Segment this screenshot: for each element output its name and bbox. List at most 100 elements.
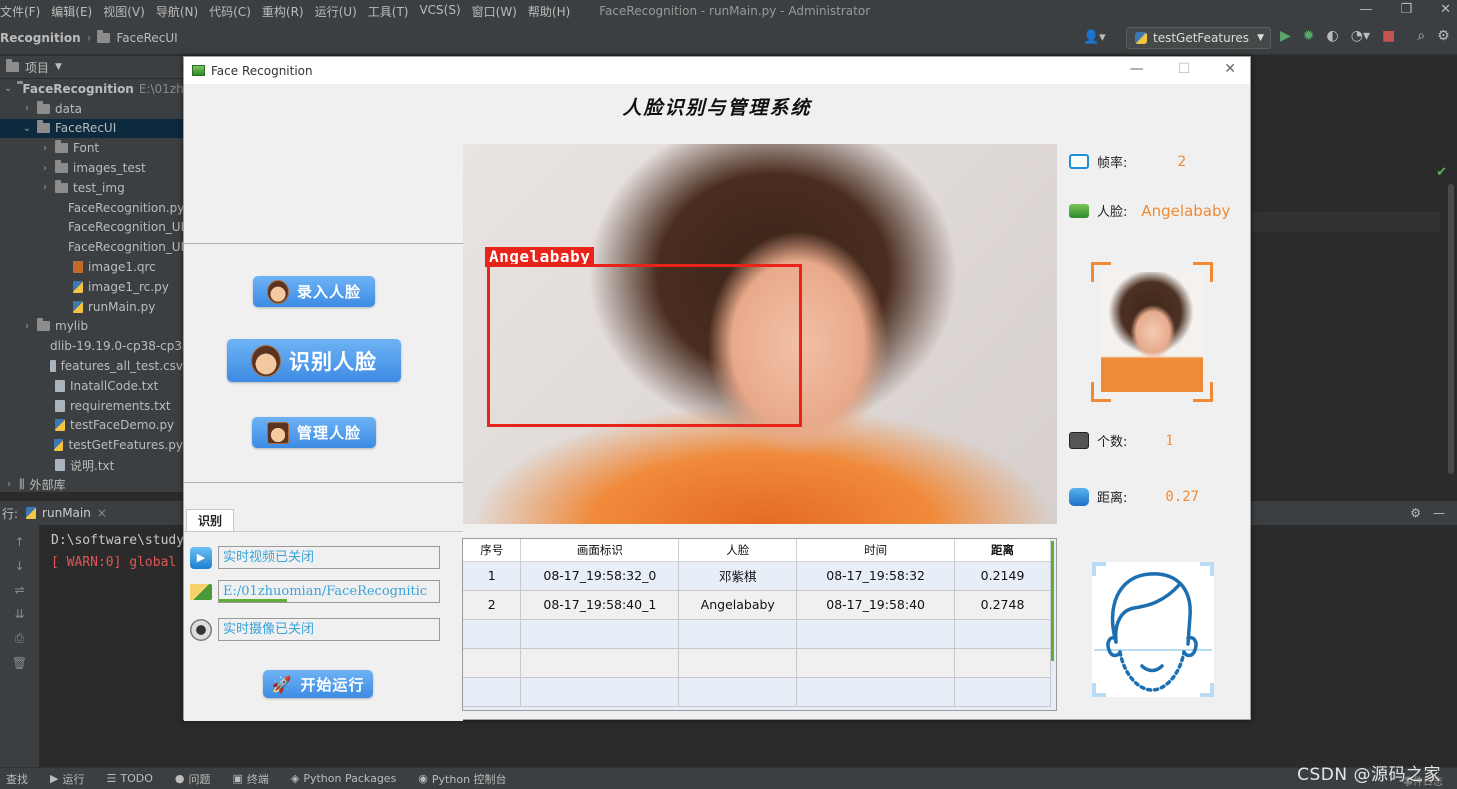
menu-item[interactable]: 视图(V) — [103, 3, 153, 20]
tree-item[interactable]: InatallCode.txt — [0, 376, 183, 396]
result-table[interactable]: 序号 画面标识 人脸 时间 距离 1 08-17_19:58:32_0 邓紫棋 08-17_1… — [462, 538, 1057, 711]
profile-icon[interactable]: ◔▾ — [1351, 28, 1370, 44]
print-icon[interactable]: ⎙ — [0, 631, 39, 646]
webcam-icon[interactable] — [190, 618, 212, 641]
trash-icon[interactable]: 🗑 — [0, 656, 39, 670]
tree-item[interactable]: ⌄ FaceRecognition E:\01zhuo — [0, 79, 183, 99]
table-scrollbar[interactable] — [1051, 541, 1054, 661]
table-row[interactable]: 2 08-17_19:58:40_1 Angelababy 08-17_19:58:4… — [463, 590, 1051, 620]
chevron-right-icon[interactable]: › — [40, 143, 50, 154]
status-tab[interactable]: ◈ Python Packages — [291, 772, 396, 785]
start-run-button[interactable]: 🚀 开始运行 — [263, 670, 373, 698]
wrap-icon[interactable]: ⇌ — [0, 583, 39, 597]
manage-face-button[interactable]: 管理人脸 — [252, 417, 376, 448]
status-tab[interactable]: ☰ TODO — [106, 772, 152, 785]
breadcrumb-project[interactable]: Recognition — [0, 31, 81, 45]
maximize-icon[interactable]: ☐ — [1178, 61, 1191, 77]
video-status-field[interactable]: 实时视频已关闭 — [218, 546, 440, 569]
tree-item[interactable]: ⌄ FaceRecUI — [0, 118, 183, 139]
menu-item[interactable]: 文件(F) — [0, 3, 48, 20]
search-icon[interactable]: ⌕ — [1417, 28, 1425, 44]
table-header-cell[interactable]: 序号 — [463, 539, 522, 562]
tree-item[interactable]: › test_img — [0, 178, 183, 198]
run-tab[interactable]: runMain × — [26, 506, 107, 520]
run-config-select[interactable]: testGetFeatures ▼ — [1126, 27, 1271, 49]
chevron-down-icon[interactable]: ⌄ — [22, 123, 32, 134]
up-icon[interactable]: ↑ — [0, 535, 39, 549]
down-icon[interactable]: ↓ — [0, 559, 39, 573]
tree-item[interactable]: FaceRecognition.py — [0, 198, 183, 218]
tree-item[interactable]: testFaceDemo.py — [0, 416, 183, 436]
status-tab[interactable]: ▣ 终端 — [232, 771, 268, 787]
menu-item[interactable]: 窗口(W) — [472, 3, 525, 20]
gear-icon[interactable]: ⚙ — [1410, 506, 1421, 520]
tree-item[interactable]: features_all_test.csv — [0, 356, 183, 376]
breadcrumb-folder[interactable]: FaceRecUI — [116, 31, 177, 45]
menu-item[interactable]: 运行(U) — [315, 3, 365, 20]
tab-recognize[interactable]: 识别 — [186, 509, 234, 531]
menu-item[interactable]: 帮助(H) — [528, 3, 578, 20]
chevron-right-icon[interactable]: › — [22, 321, 32, 332]
menu-item[interactable]: 重构(R) — [262, 3, 312, 20]
restore-icon[interactable]: ❐ — [1400, 2, 1412, 17]
minimize-icon[interactable]: — — [1359, 2, 1372, 17]
user-icon[interactable]: 👤▾ — [1083, 30, 1106, 45]
menu-item[interactable]: VCS(S) — [419, 3, 468, 20]
tree-item[interactable]: › Font — [0, 138, 183, 158]
tree-item[interactable]: image1_rc.py — [0, 277, 183, 297]
tree-item[interactable]: › data — [0, 99, 183, 119]
debug-icon[interactable]: ✹ — [1303, 28, 1315, 44]
project-panel-header[interactable]: 项目 ▼ — [0, 56, 183, 78]
stop-icon[interactable]: ■ — [1382, 28, 1395, 44]
recognize-face-button[interactable]: 识别人脸 — [227, 339, 401, 382]
chevron-down-icon[interactable]: ⌄ — [4, 83, 12, 94]
close-icon[interactable]: × — [97, 506, 107, 520]
run-icon[interactable]: ▶ — [1280, 28, 1291, 44]
chevron-right-icon[interactable]: › — [40, 182, 50, 193]
tree-item[interactable]: requirements.txt — [0, 396, 183, 416]
tree-item[interactable]: › images_test — [0, 158, 183, 178]
table-cell — [463, 648, 522, 678]
minimize-icon[interactable]: — — [1130, 61, 1144, 77]
folder-open-icon[interactable] — [190, 583, 212, 600]
table-row[interactable] — [463, 648, 1051, 678]
table-header-cell[interactable]: 距离 — [954, 539, 1051, 562]
menu-item[interactable]: 代码(C) — [209, 3, 259, 20]
table-row[interactable] — [463, 677, 1051, 707]
close-icon[interactable]: ✕ — [1224, 61, 1236, 77]
table-header-cell[interactable]: 时间 — [796, 539, 956, 562]
close-icon[interactable]: ✕ — [1440, 2, 1451, 17]
table-header-cell[interactable]: 人脸 — [678, 539, 798, 562]
table-header-cell[interactable]: 画面标识 — [520, 539, 680, 562]
editor-scrollbar[interactable] — [1448, 184, 1454, 474]
menu-item[interactable]: 工具(T) — [368, 3, 417, 20]
enroll-face-button[interactable]: 录入人脸 — [253, 276, 375, 307]
table-row[interactable]: 1 08-17_19:58:32_0 邓紫棋 08-17_19:58:32 0.2149 — [463, 561, 1051, 591]
tree-item[interactable]: runMain.py — [0, 297, 183, 317]
tree-item[interactable]: testGetFeatures.py — [0, 435, 183, 455]
tree-item[interactable]: › mylib — [0, 317, 183, 337]
hide-icon[interactable]: — — [1433, 506, 1445, 520]
tree-item[interactable]: image1.qrc — [0, 257, 183, 277]
tree-item[interactable]: dlib-19.19.0-cp38-cp38-v — [0, 336, 183, 356]
coverage-icon[interactable]: ◐ — [1327, 28, 1339, 44]
status-tab[interactable]: ▶ 运行 — [50, 771, 84, 787]
chevron-right-icon[interactable]: › — [40, 163, 50, 174]
chevron-right-icon[interactable]: › — [22, 103, 32, 114]
chevron-right-icon[interactable]: › — [4, 479, 14, 490]
settings-icon[interactable]: ⚙ — [1437, 28, 1450, 44]
video-play-icon[interactable]: ▶ — [190, 546, 212, 569]
menu-item[interactable]: 导航(N) — [156, 3, 206, 20]
file-path-field[interactable]: E:/01zhuomian/FaceRecognitic — [218, 580, 440, 603]
status-tab[interactable]: 查找 — [6, 771, 28, 787]
menu-item[interactable]: 编辑(E) — [51, 3, 100, 20]
tree-item[interactable]: FaceRecognition_UI.p — [0, 218, 183, 238]
status-tab[interactable]: ● 问题 — [175, 771, 211, 787]
camera-status-field[interactable]: 实时摄像已关闭 — [218, 618, 440, 641]
tree-item[interactable]: 说明.txt — [0, 455, 183, 475]
tree-item[interactable]: FaceRecognition_UI.u — [0, 237, 183, 257]
status-tab[interactable]: ◉ Python 控制台 — [418, 771, 506, 787]
scroll-end-icon[interactable]: ⇊ — [0, 607, 39, 621]
tree-item[interactable]: › ⫼ 外部库 — [0, 475, 183, 492]
table-row[interactable] — [463, 619, 1051, 649]
